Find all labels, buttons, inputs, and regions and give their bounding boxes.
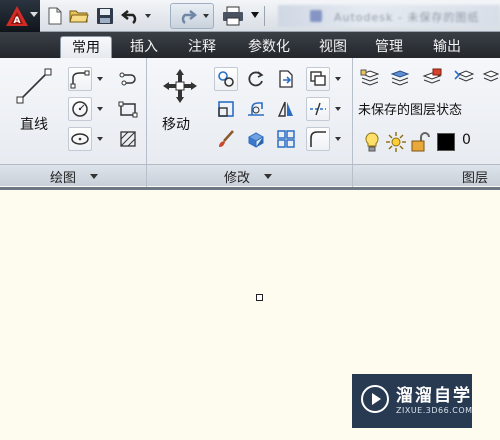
line-tool-label[interactable]: 直线 — [20, 114, 48, 134]
window-title: Autodesk - 未保存的图纸 — [278, 5, 500, 27]
rotate-icon[interactable] — [244, 67, 268, 91]
tab-home[interactable]: 常用 — [60, 36, 112, 58]
save-icon[interactable] — [94, 5, 116, 27]
spline-icon[interactable] — [116, 67, 140, 91]
rect-array-icon[interactable] — [274, 127, 298, 151]
watermark-url: ZIXUE.3D66.COM — [396, 406, 473, 415]
brush-icon[interactable] — [214, 127, 238, 151]
layer-isolate-icon[interactable] — [420, 66, 444, 90]
panel-footer-bar: 绘图 修改 图层 — [0, 164, 500, 187]
polyline-dropdown-icon[interactable] — [96, 67, 104, 91]
customize-toolbar-icon[interactable] — [251, 12, 259, 18]
chamfer-icon[interactable] — [306, 127, 330, 151]
open-folder-icon[interactable] — [68, 5, 90, 27]
layer-states-icon[interactable] — [388, 66, 412, 90]
layer-state-dropdown[interactable]: 未保存的图层状态 — [358, 99, 462, 118]
print-icon[interactable] — [220, 5, 246, 27]
lightbulb-icon[interactable] — [360, 130, 384, 154]
layer-off-icon[interactable] — [480, 66, 500, 90]
array-dropdown-icon[interactable] — [334, 67, 342, 91]
redo-button[interactable] — [170, 3, 214, 29]
autocad-logo-icon: A — [6, 6, 28, 26]
tab-output[interactable]: 输出 — [424, 36, 470, 58]
move-tool-icon[interactable] — [160, 66, 200, 106]
quick-access-toolbar: A Autodesk - 未保存的图纸 — [0, 0, 500, 32]
hatch-icon[interactable] — [116, 127, 140, 151]
watermark: 溜溜自学 ZIXUE.3D66.COM — [352, 374, 472, 428]
tab-parametric[interactable]: 参数化 — [236, 36, 302, 58]
tab-view[interactable]: 视图 — [310, 36, 356, 58]
modify-panel-expand-icon[interactable] — [264, 174, 272, 179]
layer-match-icon[interactable] — [452, 66, 476, 90]
redo-icon — [181, 10, 197, 24]
ribbon: 直线 移动 未保存的图层状态 0 绘图 修改 图层 — [0, 58, 500, 187]
circle-dropdown-icon[interactable] — [96, 97, 104, 121]
rectangle-icon[interactable] — [116, 97, 140, 121]
explode-dropdown-icon[interactable] — [334, 97, 342, 121]
layers-panel-title[interactable]: 图层 — [462, 167, 488, 186]
ellipse-dropdown-icon[interactable] — [96, 127, 104, 151]
explode-icon[interactable] — [306, 97, 330, 121]
draw-panel-expand-icon[interactable] — [90, 174, 98, 179]
chevron-down-icon — [30, 12, 38, 17]
unlock-icon[interactable] — [408, 130, 432, 154]
stretch-icon[interactable] — [214, 97, 238, 121]
mirror-icon[interactable] — [274, 97, 298, 121]
window-title-text: Autodesk - 未保存的图纸 — [334, 11, 480, 24]
chamfer-dropdown-icon[interactable] — [334, 127, 342, 151]
sun-freeze-icon[interactable] — [384, 130, 408, 154]
panel-divider — [352, 165, 353, 187]
draw-panel-title[interactable]: 绘图 — [50, 167, 76, 186]
tab-annotate[interactable]: 注释 — [178, 36, 226, 58]
move-tool-label[interactable]: 移动 — [162, 114, 190, 134]
trim-icon[interactable] — [274, 67, 298, 91]
crosshair-pickbox — [256, 294, 263, 301]
svg-text:A: A — [14, 16, 21, 26]
ribbon-tabs: 常用 插入 注释 参数化 视图 管理 输出 — [0, 32, 500, 58]
layer-properties-icon[interactable] — [358, 66, 382, 90]
fillet-icon[interactable] — [244, 97, 268, 121]
toolbar-separator — [264, 6, 265, 26]
modify-panel-title[interactable]: 修改 — [224, 167, 250, 186]
watermark-name: 溜溜自学 — [396, 386, 472, 406]
ellipse-icon[interactable] — [68, 127, 92, 151]
copy-icon[interactable] — [214, 67, 238, 91]
tab-manage[interactable]: 管理 — [366, 36, 412, 58]
undo-dropdown-icon[interactable] — [145, 14, 151, 18]
application-menu-button[interactable]: A — [0, 0, 40, 32]
tab-insert[interactable]: 插入 — [120, 36, 168, 58]
layer-color-swatch[interactable] — [437, 133, 455, 151]
redo-dropdown-icon[interactable] — [203, 14, 209, 18]
scale-icon[interactable] — [244, 127, 268, 151]
circle-icon[interactable] — [68, 97, 92, 121]
undo-icon[interactable] — [120, 5, 142, 27]
panel-divider — [146, 165, 147, 187]
new-file-icon[interactable] — [44, 5, 66, 27]
array-icon[interactable] — [306, 67, 330, 91]
line-tool-icon[interactable] — [14, 66, 54, 106]
file-icon — [310, 10, 322, 22]
polyline-icon[interactable] — [68, 67, 92, 91]
current-layer-name[interactable]: 0 — [462, 132, 471, 148]
play-logo-icon — [361, 385, 389, 413]
